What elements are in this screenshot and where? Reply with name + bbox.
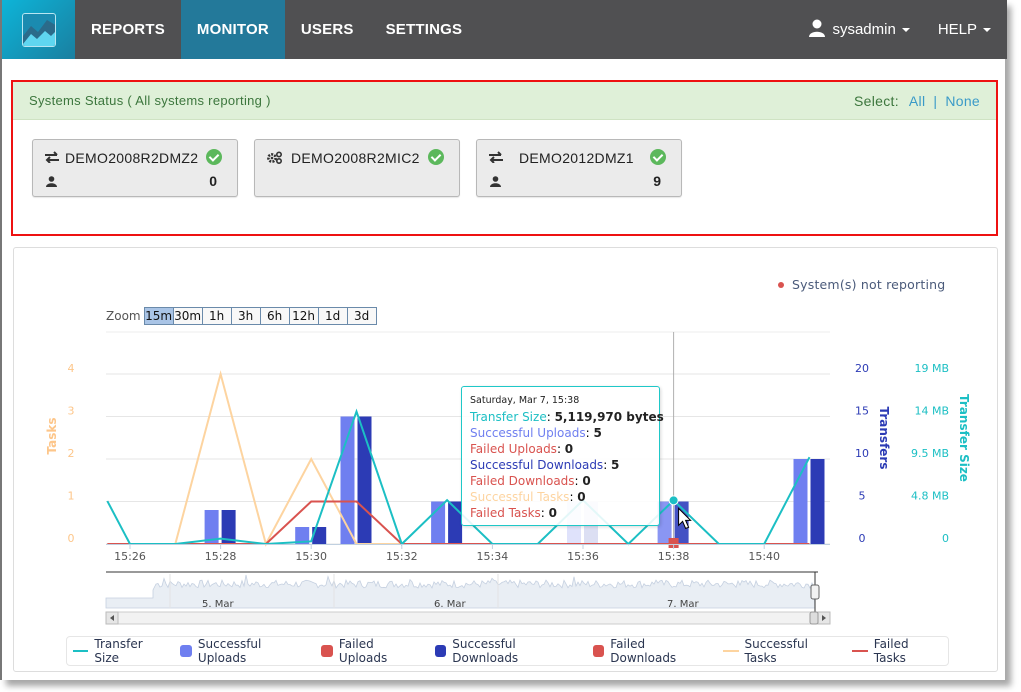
caret-down-icon — [983, 27, 991, 32]
user-name: sysadmin — [832, 21, 896, 38]
tooltip-row: Successful Tasks: 0 — [470, 490, 586, 504]
legend-label: Transfer Size — [94, 637, 143, 665]
tooltip-row-value: 0 — [564, 442, 574, 456]
select-none-link[interactable]: None — [945, 93, 980, 109]
status-ok-icon — [206, 149, 222, 165]
zoom-6h-button[interactable]: 6h — [259, 307, 290, 325]
legend-label: Failed Uploads — [338, 637, 388, 665]
user-icon — [808, 19, 826, 41]
system-name: DEMO2012DMZ1 — [519, 150, 634, 166]
systems-status-title: Systems Status ( All systems reporting ) — [29, 93, 271, 108]
legend-box-icon — [592, 645, 605, 657]
legend-label: Successful Tasks — [744, 637, 808, 665]
app-window: REPORTS MONITOR USERS SETTINGS sysadmin … — [0, 0, 1007, 680]
systems-status-panel: Systems Status ( All systems reporting )… — [11, 80, 998, 236]
transfer-arrows-icon — [45, 151, 59, 166]
system-card[interactable]: DEMO2012DMZ1 9 — [476, 139, 682, 197]
legend-box-icon — [180, 645, 192, 657]
legend-line-icon — [723, 650, 739, 652]
tooltip-row: Failed Downloads: 0 — [470, 474, 591, 488]
system-card[interactable]: DEMO2008R2MIC2 — [254, 139, 460, 197]
tooltip-date: Saturday, Mar 7, 15:38 — [470, 395, 580, 406]
legend-label: Failed Tasks — [873, 637, 909, 665]
status-ok-icon — [428, 149, 444, 165]
chart-legend: Transfer Size Successful Uploads Failed Up… — [66, 636, 949, 666]
zoom-range-selector: Zoom 15m 30m 1h 3h 6h 12h 1d 3d — [106, 307, 377, 325]
tooltip-row-value: 5 — [593, 426, 602, 440]
tooltip-row: Failed Uploads: 0 — [470, 442, 574, 456]
legend-item[interactable]: Failed Uploads — [321, 637, 422, 665]
zoom-30m-button[interactable]: 30m — [172, 307, 203, 325]
zoom-label: Zoom — [106, 309, 141, 323]
legend-item[interactable]: Failed Tasks — [852, 637, 942, 665]
legend-item[interactable]: Successful Tasks — [723, 637, 840, 665]
tooltip-row-label: Successful Tasks — [470, 490, 570, 504]
nav-reports[interactable]: REPORTS — [75, 0, 181, 59]
tooltip-row-value: 5,119,970 bytes — [554, 410, 664, 424]
tooltip-row: Successful Uploads: 5 — [470, 426, 602, 440]
tooltip-row-label: Successful Downloads — [470, 458, 604, 472]
zoom-3d-button[interactable]: 3d — [346, 307, 377, 325]
legend-item[interactable]: Transfer Size — [73, 637, 168, 665]
nav-users[interactable]: USERS — [285, 0, 370, 59]
transfer-arrows-icon — [489, 151, 503, 166]
zoom-12h-button[interactable]: 12h — [288, 307, 319, 325]
legend-label: Successful Downloads — [452, 637, 519, 665]
legend-line-icon — [852, 650, 868, 652]
user-count-icon — [490, 174, 501, 192]
tooltip-row-label: Failed Downloads — [470, 474, 575, 488]
zoom-3h-button[interactable]: 3h — [230, 307, 261, 325]
tooltip-row: Transfer Size: 5,119,970 bytes — [470, 410, 664, 424]
nav-settings[interactable]: SETTINGS — [370, 0, 479, 59]
app-logo[interactable] — [2, 0, 75, 59]
tooltip-row-value: 0 — [582, 474, 591, 488]
top-navbar: REPORTS MONITOR USERS SETTINGS sysadmin … — [2, 0, 1007, 59]
zoom-1h-button[interactable]: 1h — [201, 307, 232, 325]
select-all-link[interactable]: All — [909, 93, 925, 109]
tooltip-row-label: Transfer Size — [470, 410, 547, 424]
caret-down-icon — [901, 27, 910, 32]
systems-list: DEMO2008R2DMZ2 0 DEMO2008R2MIC2 DEMO2012… — [13, 120, 996, 236]
legend-box-icon — [321, 645, 333, 657]
not-reporting-legend: System(s) not reporting — [778, 277, 945, 292]
user-menu[interactable]: sysadmin — [794, 0, 923, 59]
help-menu[interactable]: HELP — [924, 0, 1007, 59]
legend-item[interactable]: Successful Uploads — [180, 637, 309, 665]
help-label: HELP — [937, 21, 977, 38]
tooltip-row: Successful Downloads: 5 — [470, 458, 620, 472]
system-name: DEMO2008R2DMZ2 — [65, 150, 199, 166]
separator: | — [933, 92, 938, 109]
legend-label: Failed Downloads — [610, 637, 677, 665]
nav-monitor[interactable]: MONITOR — [180, 0, 285, 59]
gears-icon — [267, 151, 283, 167]
systems-status-header: Systems Status ( All systems reporting )… — [13, 82, 996, 120]
not-reporting-dot-icon — [778, 281, 784, 288]
system-name: DEMO2008R2MIC2 — [291, 150, 420, 166]
user-count: 9 — [653, 173, 661, 189]
tooltip-row-label: Failed Uploads — [470, 442, 557, 456]
legend-item[interactable]: Successful Downloads — [434, 637, 581, 665]
not-reporting-label: System(s) not reporting — [792, 277, 946, 292]
system-card[interactable]: DEMO2008R2DMZ2 0 — [32, 139, 238, 197]
tooltip-row-value: 0 — [548, 506, 558, 520]
chart-tooltip: Saturday, Mar 7, 15:38 Transfer Size: 5,… — [461, 386, 664, 526]
tooltip-row-label: Successful Uploads — [470, 426, 586, 440]
zoom-1d-button[interactable]: 1d — [317, 307, 348, 325]
tooltip-row-label: Failed Tasks — [470, 506, 541, 520]
chart-logo-icon — [21, 12, 56, 47]
user-count: 0 — [209, 173, 217, 189]
tooltip-row-value: 5 — [611, 458, 620, 472]
status-ok-icon — [650, 149, 666, 165]
legend-box-icon — [434, 645, 447, 657]
legend-item[interactable]: Failed Downloads — [592, 637, 711, 665]
tooltip-row-value: 0 — [577, 490, 586, 504]
user-count-icon — [46, 174, 57, 192]
zoom-15m-button[interactable]: 15m — [143, 307, 174, 325]
legend-label: Successful Uploads — [197, 637, 262, 665]
legend-line-icon — [73, 650, 89, 652]
tooltip-row: Failed Tasks: 0 — [470, 506, 558, 520]
select-label: Select: — [854, 92, 899, 109]
